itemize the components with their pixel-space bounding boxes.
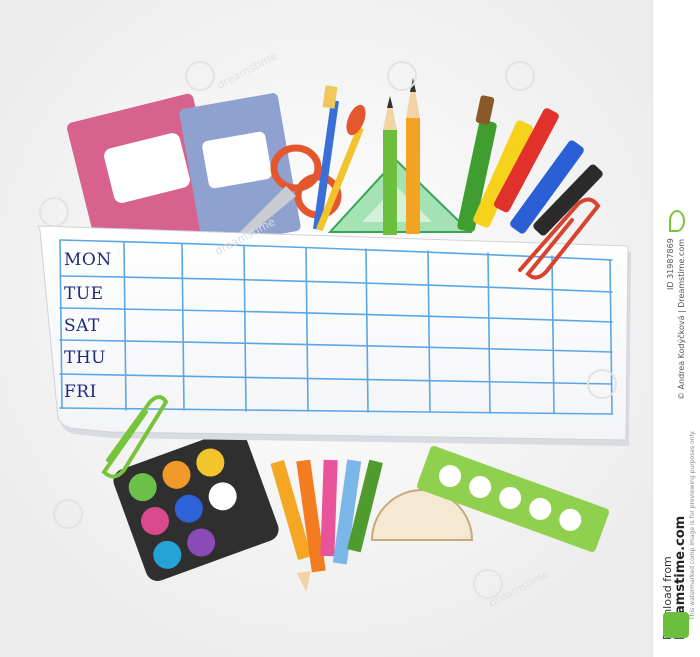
dreamstime-logo-icon [663,612,689,638]
day-label-thu: THU [64,348,106,368]
day-label-tue: TUE [64,284,104,304]
day-label-sat: SAT [64,316,100,336]
watermark-author: © Andrea Kodýčková | Dreamstime.com [677,238,686,400]
day-label-mon: MON [64,250,112,270]
leaf-icon [669,210,685,232]
watermark-notice: This watermarked comp image is for previ… [689,430,696,620]
watermark-id: ID 31987869 [666,238,675,290]
school-supplies-illustration [0,0,652,657]
watermark-sidebar: ID 31987869 © Andrea Kodýčková | Dreamst… [652,0,700,657]
day-label-fri: FRI [64,382,97,402]
